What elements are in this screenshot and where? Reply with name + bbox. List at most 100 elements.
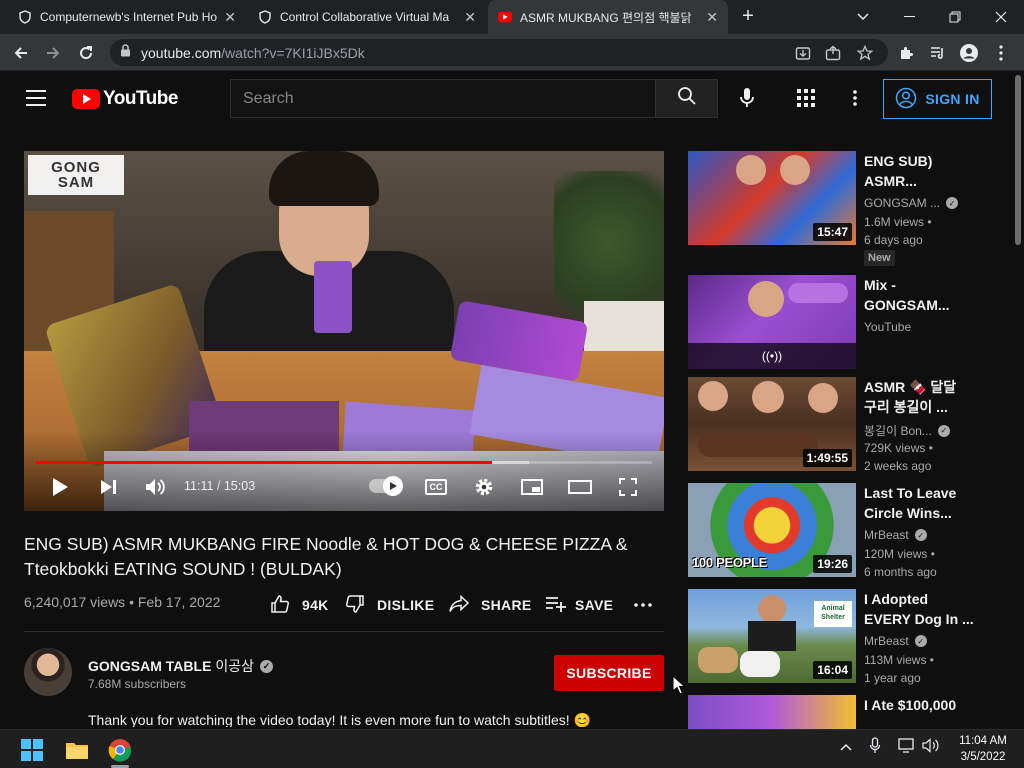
video-thumbnail[interactable] [688, 695, 856, 729]
fullscreen-icon[interactable] [614, 473, 642, 501]
related-video-6[interactable]: I Ate $100,000 [688, 695, 988, 729]
channel-text: GONGSAM ... [864, 196, 941, 210]
search-input[interactable]: Search [230, 79, 655, 118]
video-thumbnail[interactable]: 100 PEOPLE 19:26 [688, 483, 856, 577]
microphone-tray-icon[interactable] [869, 737, 881, 757]
settings-gear-icon[interactable] [470, 473, 498, 501]
profile-avatar-icon[interactable] [958, 42, 980, 64]
autoplay-toggle[interactable] [369, 476, 403, 496]
current-time: 11:11 [184, 479, 214, 493]
play-icon[interactable] [46, 473, 74, 501]
related-channel[interactable]: YouTube [864, 320, 911, 334]
youtube-wordmark: YouTube [103, 88, 178, 109]
minimize-button[interactable] [886, 0, 932, 34]
extensions-puzzle-icon[interactable] [895, 42, 917, 64]
related-title: ENG SUB) ASMR... [864, 151, 974, 191]
channel-name[interactable]: GONGSAM TABLE 이공삼 ✓ [88, 656, 274, 676]
related-channel[interactable]: 봉길이 Bon... ✓ [864, 422, 950, 439]
video-player[interactable]: GONG SAM 11:11 / 15:03 CC [24, 151, 664, 511]
clock-time: 11:04 AM [959, 735, 1007, 747]
title-line-1: ASMR 🍫 달달 [864, 379, 957, 395]
verified-check-icon: ✓ [914, 529, 927, 541]
close-tab-icon[interactable]: ✕ [464, 9, 476, 26]
subtitles-cc-icon[interactable]: CC [422, 473, 450, 501]
url-path: /watch?v=7KI1iJBx5Dk [221, 44, 365, 61]
youtube-logo[interactable]: YouTube [72, 88, 178, 110]
sign-in-button[interactable]: SIGN IN [883, 79, 992, 119]
restore-button[interactable] [932, 0, 978, 34]
save-label: SAVE [575, 597, 614, 613]
save-button[interactable]: SAVE [545, 592, 613, 618]
channel-avatar[interactable] [24, 648, 72, 696]
media-controls-icon[interactable] [926, 42, 948, 64]
volume-icon[interactable] [142, 473, 170, 501]
windows-start-icon[interactable] [16, 734, 48, 766]
related-channel[interactable]: MrBeast ✓ [864, 634, 927, 648]
view-count: 6,240,017 views [24, 594, 126, 610]
mouse-cursor-icon [672, 674, 686, 695]
chrome-menu-icon[interactable] [990, 42, 1012, 64]
file-explorer-icon[interactable] [61, 734, 93, 766]
hamburger-menu-icon[interactable] [26, 90, 46, 108]
close-tab-icon[interactable]: ✕ [706, 9, 718, 26]
related-channel[interactable]: MrBeast ✓ [864, 528, 927, 542]
browser-tab-control-collaborative[interactable]: Control Collaborative Virtual Ma ✕ [248, 0, 486, 34]
taskbar-clock[interactable]: 11:04 AM 3/5/2022 [948, 733, 1018, 765]
related-channel[interactable]: GONGSAM ... ✓ [864, 196, 959, 210]
microphone-icon[interactable] [735, 85, 759, 111]
share-icon[interactable] [823, 43, 843, 63]
divider [24, 631, 664, 632]
network-icon[interactable] [898, 738, 916, 756]
tab-title: ASMR MUKBANG 편의점 핵불닭 [520, 10, 692, 25]
related-title: Last To Leave Circle Wins... [864, 483, 974, 523]
more-actions-icon[interactable] [634, 592, 658, 618]
browser-tab-computernewb[interactable]: Computernewb's Internet Pub Ho ✕ [8, 0, 246, 34]
browser-tab-youtube[interactable]: ASMR MUKBANG 편의점 핵불닭 ✕ [488, 0, 728, 34]
like-button[interactable]: 94K [270, 592, 329, 618]
progress-bar[interactable] [36, 461, 652, 464]
subscribe-button[interactable]: SUBSCRIBE [554, 655, 664, 691]
miniplayer-icon[interactable] [518, 473, 546, 501]
title-line-1: ENG SUB) [864, 153, 933, 169]
video-thumbnail[interactable]: Animal Shelter 16:04 [688, 589, 856, 683]
bookmark-star-icon[interactable] [855, 43, 875, 63]
forward-arrow-icon[interactable] [40, 40, 66, 66]
reload-icon[interactable] [73, 40, 99, 66]
title-line-1: Mix - [864, 277, 896, 293]
next-video-icon[interactable] [94, 473, 122, 501]
page-scrollbar[interactable] [1012, 71, 1024, 729]
like-count: 94K [302, 597, 329, 613]
share-button[interactable]: SHARE [449, 592, 532, 618]
tab-title: Computernewb's Internet Pub Ho [40, 10, 218, 24]
back-arrow-icon[interactable] [8, 40, 34, 66]
time-separator: / [213, 479, 224, 493]
progress-played [36, 461, 492, 464]
settings-more-icon[interactable] [845, 87, 865, 109]
video-thumbnail[interactable]: 15:47 [688, 151, 856, 245]
volume-tray-icon[interactable] [922, 738, 940, 756]
video-thumbnail[interactable]: ((•)) [688, 275, 856, 369]
chrome-taskbar-icon[interactable] [104, 734, 136, 766]
close-window-button[interactable] [978, 0, 1024, 34]
new-tab-button[interactable]: + [736, 5, 760, 29]
dislike-button[interactable]: DISLIKE [345, 592, 434, 618]
related-views: 120M views • [864, 547, 935, 561]
scrollbar-thumb[interactable] [1015, 75, 1021, 245]
close-tab-icon[interactable]: ✕ [224, 9, 236, 26]
tab-search-chevron-icon[interactable] [840, 0, 886, 34]
apps-grid-icon[interactable] [797, 89, 817, 109]
video-duration: 1:49:55 [802, 449, 852, 467]
install-app-icon[interactable] [793, 43, 813, 63]
sign-in-label: SIGN IN [925, 91, 980, 107]
tab-title: Control Collaborative Virtual Ma [280, 10, 450, 24]
dislike-label: DISLIKE [377, 597, 435, 613]
related-age: 2 weeks ago [864, 459, 932, 473]
video-thumbnail[interactable]: 1:49:55 [688, 377, 856, 471]
autoplay-play-icon [383, 476, 403, 496]
tray-chevron-icon[interactable] [840, 740, 852, 754]
video-scene-person [204, 151, 454, 361]
theater-mode-icon[interactable] [566, 473, 594, 501]
search-button[interactable] [655, 79, 718, 118]
address-bar[interactable]: youtube.com/watch?v=7KI1iJBx5Dk [110, 39, 888, 66]
title-line-2: Circle Wins... [864, 505, 952, 521]
